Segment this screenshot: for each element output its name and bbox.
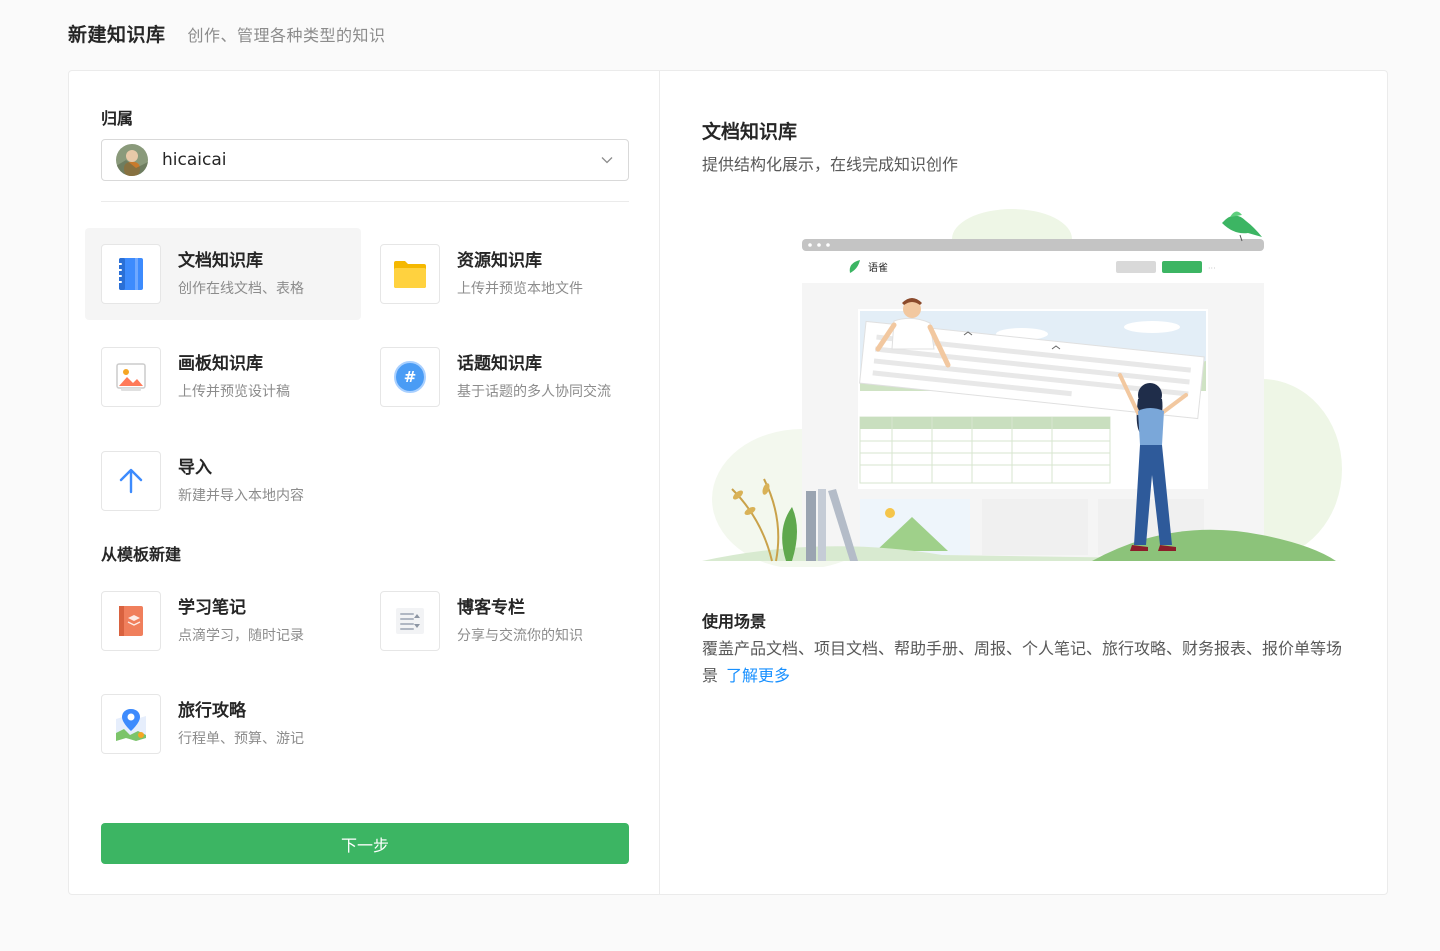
hashtag-icon: # xyxy=(380,347,440,407)
type-option-import[interactable]: 导入 新建并导入本地内容 xyxy=(85,435,361,527)
option-title: 博客专栏 xyxy=(457,598,525,618)
option-title: 画板知识库 xyxy=(178,354,263,374)
divider xyxy=(101,201,629,202)
blog-icon xyxy=(380,591,440,651)
type-option-resource[interactable]: 资源知识库 上传并预览本地文件 xyxy=(364,228,640,320)
create-panel: 归属 hicaicai 文档知识库 创作在线文档、表格 资源知识库 上传并预览本… xyxy=(68,70,1388,895)
option-desc: 点滴学习，随时记录 xyxy=(178,628,304,644)
type-option-doc[interactable]: 文档知识库 创作在线文档、表格 xyxy=(85,228,361,320)
option-title: 旅行攻略 xyxy=(178,701,246,721)
map-pin-icon xyxy=(101,694,161,754)
option-desc: 行程单、预算、游记 xyxy=(178,731,304,747)
usage-title: 使用场景 xyxy=(702,612,767,631)
next-button[interactable]: 下一步 xyxy=(101,823,629,864)
arrow-up-icon xyxy=(101,451,161,511)
option-desc: 分享与交流你的知识 xyxy=(457,628,583,644)
learn-more-link[interactable]: 了解更多 xyxy=(726,666,790,685)
option-title: 话题知识库 xyxy=(457,354,542,374)
usage-description: 覆盖产品文档、项目文档、帮助手册、周报、个人笔记、旅行攻略、财务报表、报价单等场… xyxy=(702,635,1342,689)
preview-subtitle: 提供结构化展示，在线完成知识创作 xyxy=(702,155,959,174)
page-title: 新建知识库 xyxy=(68,24,166,46)
avatar xyxy=(116,144,148,176)
page-subtitle: 创作、管理各种类型的知识 xyxy=(187,26,386,45)
template-option-blog[interactable]: 博客专栏 分享与交流你的知识 xyxy=(364,575,640,667)
image-icon xyxy=(101,347,161,407)
owner-label: 归属 xyxy=(101,109,134,128)
option-desc: 上传并预览设计稿 xyxy=(178,384,290,400)
preview-illustration: 语雀 ··· xyxy=(702,209,1342,567)
usage-text: 覆盖产品文档、项目文档、帮助手册、周报、个人笔记、旅行攻略、财务报表、报价单等场… xyxy=(702,639,1343,685)
template-label: 从模板新建 xyxy=(101,545,182,564)
option-title: 导入 xyxy=(178,458,212,478)
option-desc: 新建并导入本地内容 xyxy=(178,488,304,504)
book-icon xyxy=(101,244,161,304)
template-option-travel[interactable]: 旅行攻略 行程单、预算、游记 xyxy=(85,678,361,770)
option-desc: 基于话题的多人协同交流 xyxy=(457,384,611,400)
template-option-study-notes[interactable]: 学习笔记 点滴学习，随时记录 xyxy=(85,575,361,667)
chevron-down-icon xyxy=(601,157,613,164)
svg-text:···: ··· xyxy=(1208,264,1216,273)
page-header: 新建知识库 创作、管理各种类型的知识 xyxy=(68,20,386,48)
option-desc: 上传并预览本地文件 xyxy=(457,281,583,297)
svg-text:#: # xyxy=(404,368,417,386)
type-option-board[interactable]: 画板知识库 上传并预览设计稿 xyxy=(85,331,361,423)
left-form: 归属 hicaicai 文档知识库 创作在线文档、表格 资源知识库 上传并预览本… xyxy=(69,71,660,894)
folder-icon xyxy=(380,244,440,304)
owner-select[interactable]: hicaicai xyxy=(101,139,629,181)
brand-label: 语雀 xyxy=(868,262,888,274)
notebook-icon xyxy=(101,591,161,651)
option-title: 学习笔记 xyxy=(178,598,246,618)
option-desc: 创作在线文档、表格 xyxy=(178,281,304,297)
option-title: 资源知识库 xyxy=(457,251,542,271)
right-preview: 文档知识库 提供结构化展示，在线完成知识创作 语雀 ··· 使用场景 覆盖产品文… xyxy=(660,71,1387,894)
owner-name: hicaicai xyxy=(162,150,227,170)
preview-title: 文档知识库 xyxy=(702,121,798,143)
type-option-topic[interactable]: # 话题知识库 基于话题的多人协同交流 xyxy=(364,331,640,423)
option-title: 文档知识库 xyxy=(178,251,263,271)
